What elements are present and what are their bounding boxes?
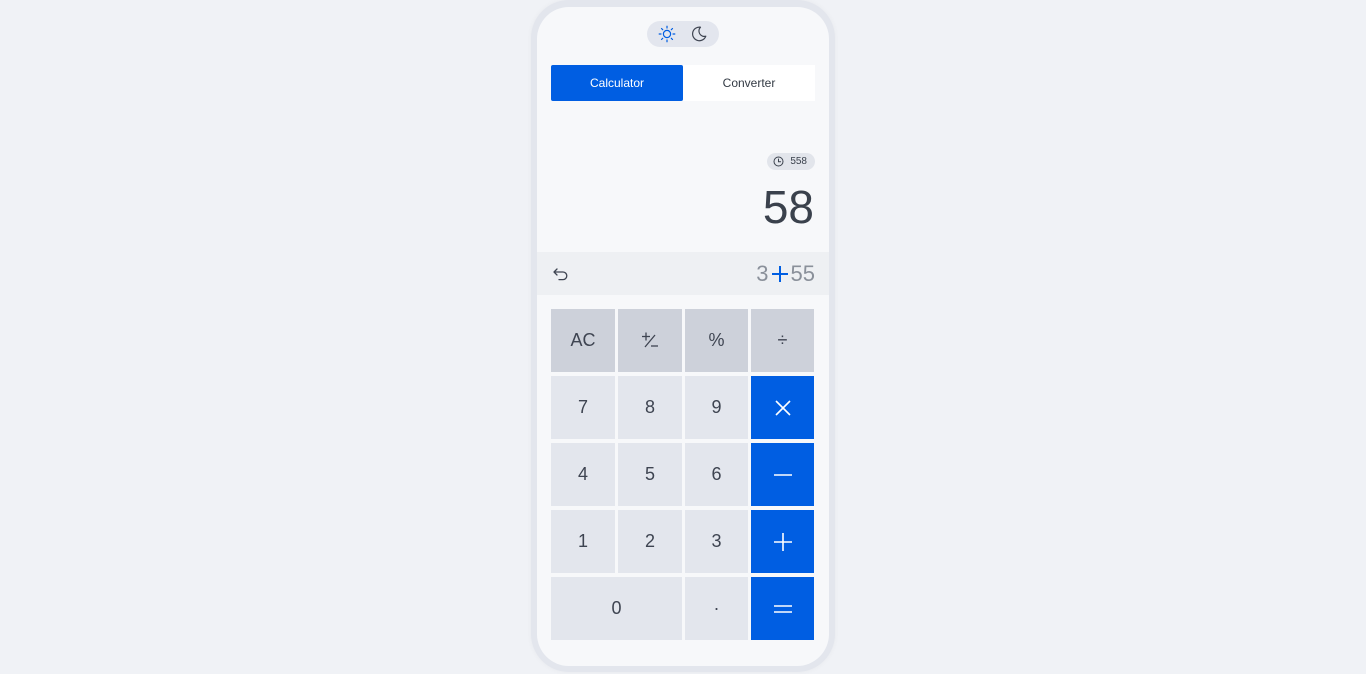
plus-key-icon <box>773 532 792 551</box>
digit-2-button[interactable]: 2 <box>618 510 682 573</box>
sun-icon[interactable] <box>657 24 677 44</box>
clock-icon <box>773 156 784 167</box>
digit-6-button[interactable]: 6 <box>685 443 748 506</box>
multiply-icon <box>774 399 791 416</box>
expression-right: 55 <box>790 261 815 286</box>
history-chip[interactable]: 558 <box>767 153 815 170</box>
plus-icon <box>770 264 790 284</box>
percent-button[interactable]: % <box>685 309 748 372</box>
all-clear-button[interactable]: AC <box>551 309 615 372</box>
tab-calculator[interactable]: Calculator <box>551 65 683 101</box>
minus-icon <box>773 473 792 476</box>
digit-4-button[interactable]: 4 <box>551 443 615 506</box>
equals-button[interactable] <box>751 577 814 640</box>
expression: 3 55 <box>756 260 815 288</box>
digit-9-button[interactable]: 9 <box>685 376 748 439</box>
equals-icon <box>773 604 792 613</box>
divide-button[interactable]: ÷ <box>751 309 814 372</box>
plus-minus-icon <box>642 332 658 347</box>
history-value: 558 <box>790 156 807 167</box>
theme-toggle <box>647 21 719 47</box>
tab-converter[interactable]: Converter <box>683 65 815 101</box>
digit-3-button[interactable]: 3 <box>685 510 748 573</box>
page: Calculator Converter 558 58 3 55 AC % ÷ … <box>0 0 1366 674</box>
calculator-app: Calculator Converter 558 58 3 55 AC % ÷ … <box>537 7 829 666</box>
plus-minus-button[interactable] <box>618 309 682 372</box>
minus-button[interactable] <box>751 443 814 506</box>
digit-5-button[interactable]: 5 <box>618 443 682 506</box>
plus-button[interactable] <box>751 510 814 573</box>
digit-0-button[interactable]: 0 <box>551 577 682 640</box>
result-display: 58 <box>762 181 814 233</box>
expression-left: 3 <box>756 261 769 286</box>
digit-1-button[interactable]: 1 <box>551 510 615 573</box>
undo-icon[interactable] <box>551 264 571 284</box>
mode-tabs: Calculator Converter <box>551 65 815 101</box>
expression-bar: 3 55 <box>537 252 829 295</box>
keypad: AC % ÷ 7 8 9 4 5 6 1 2 3 0 · <box>551 309 815 640</box>
multiply-button[interactable] <box>751 376 814 439</box>
moon-icon[interactable] <box>689 24 709 44</box>
decimal-button[interactable]: · <box>685 577 748 640</box>
digit-8-button[interactable]: 8 <box>618 376 682 439</box>
digit-7-button[interactable]: 7 <box>551 376 615 439</box>
